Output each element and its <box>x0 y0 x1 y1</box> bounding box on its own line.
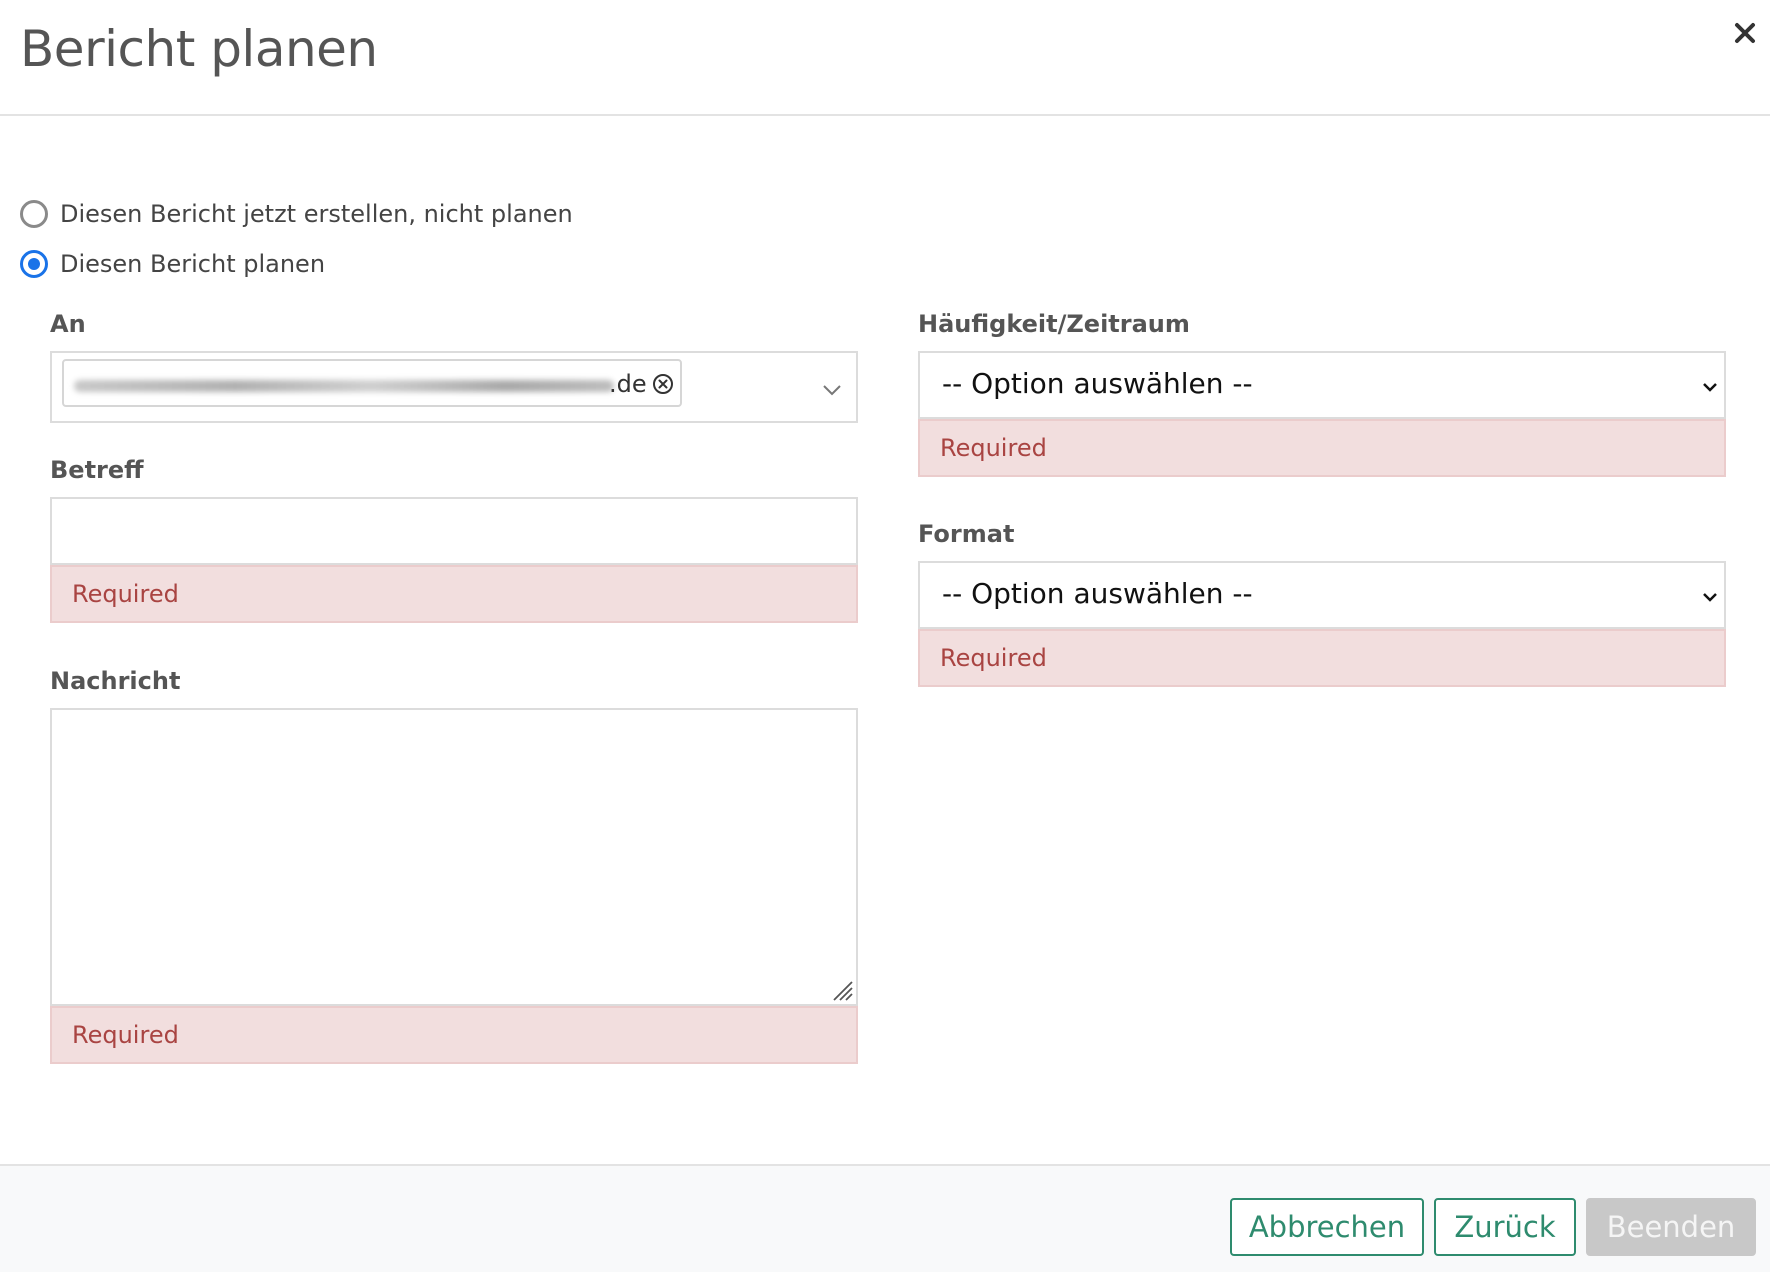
chevron-down-icon[interactable] <box>822 383 842 397</box>
message-textarea[interactable] <box>50 708 858 1006</box>
cancel-button[interactable]: Abbrechen <box>1230 1198 1424 1256</box>
radio-schedule-label: Diesen Bericht planen <box>60 250 326 278</box>
close-button[interactable] <box>1728 16 1762 50</box>
radio-button-checked[interactable] <box>20 250 48 278</box>
message-error: Required <box>50 1006 858 1064</box>
subject-label: Betreff <box>50 456 144 484</box>
format-select-value: -- Option auswählen -- <box>942 577 1253 610</box>
recipient-multiselect[interactable]: .de <box>50 351 858 423</box>
chevron-down-icon <box>1703 593 1717 602</box>
frequency-select[interactable]: -- Option auswählen -- <box>918 351 1726 419</box>
chevron-down-icon <box>1703 383 1717 392</box>
finish-button[interactable]: Beenden <box>1586 1198 1756 1256</box>
to-label: An <box>50 310 86 338</box>
radio-generate-now-label: Diesen Bericht jetzt erstellen, nicht pl… <box>60 200 573 228</box>
remove-tag-icon[interactable] <box>652 373 674 395</box>
format-error: Required <box>918 629 1726 687</box>
back-button[interactable]: Zurück <box>1434 1198 1576 1256</box>
format-label: Format <box>918 520 1015 548</box>
close-icon <box>1735 23 1755 43</box>
radio-schedule[interactable]: Diesen Bericht planen <box>20 250 325 278</box>
format-select[interactable]: -- Option auswählen -- <box>918 561 1726 629</box>
dialog-footer: Abbrechen Zurück Beenden <box>0 1164 1770 1272</box>
recipient-tag: .de <box>62 359 682 407</box>
dialog-title: Bericht planen <box>20 20 378 78</box>
radio-generate-now[interactable]: Diesen Bericht jetzt erstellen, nicht pl… <box>20 200 573 228</box>
recipient-suffix: .de <box>609 370 647 398</box>
frequency-select-value: -- Option auswählen -- <box>942 367 1253 400</box>
frequency-label: Häufigkeit/Zeitraum <box>918 310 1190 338</box>
frequency-error: Required <box>918 419 1726 477</box>
message-label: Nachricht <box>50 667 181 695</box>
radio-button-unchecked[interactable] <box>20 200 48 228</box>
resize-handle-icon[interactable] <box>830 978 854 1002</box>
redacted-email <box>74 380 614 392</box>
schedule-report-dialog: Bericht planen Diesen Bericht jetzt erst… <box>0 0 1770 1272</box>
subject-input[interactable] <box>50 497 858 565</box>
dialog-header: Bericht planen <box>0 0 1770 116</box>
subject-error: Required <box>50 565 858 623</box>
